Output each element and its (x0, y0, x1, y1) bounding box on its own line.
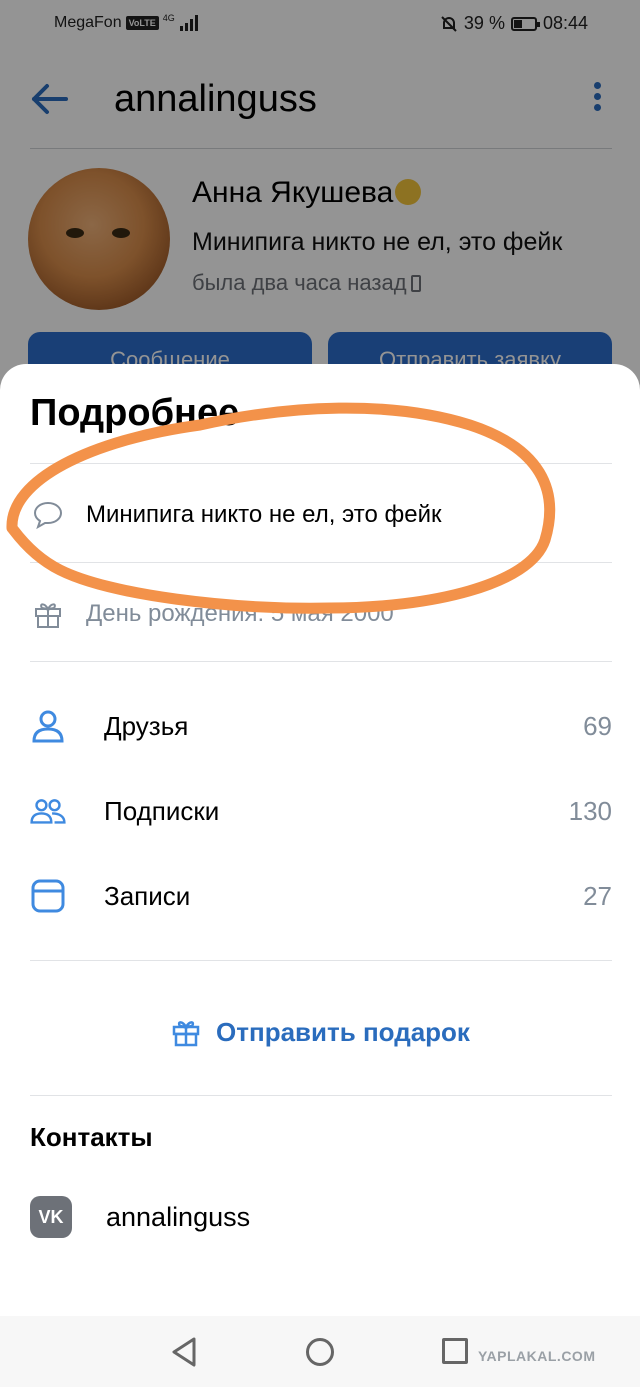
details-sheet: Подробнее Минипига никто не ел, это фейк… (0, 364, 640, 1387)
vk-logo-icon: VK (30, 1196, 72, 1238)
birthday-text: День рождения: 5 мая 2000 (86, 600, 394, 627)
stat-count: 27 (583, 880, 612, 911)
stat-label: Друзья (104, 710, 189, 741)
vk-username: annalinguss (106, 1201, 251, 1232)
watermark: YAPLAKAL.COM (478, 1348, 596, 1364)
stat-label: Подписки (104, 795, 220, 826)
divider (30, 463, 612, 464)
person-icon (30, 708, 66, 744)
nav-recent-icon[interactable] (442, 1338, 468, 1364)
stat-label: Записи (104, 880, 191, 911)
divider (30, 960, 612, 961)
send-gift-label: Отправить подарок (216, 1016, 470, 1047)
people-icon (30, 793, 66, 829)
status-text: Минипига никто не ел, это фейк (86, 501, 442, 528)
stat-count: 69 (583, 710, 612, 741)
divider (30, 1095, 612, 1096)
status-row: Минипига никто не ел, это фейк (30, 485, 612, 545)
speech-bubble-icon (30, 497, 66, 533)
birthday-row: День рождения: 5 мая 2000 (30, 584, 612, 644)
send-gift-link[interactable]: Отправить подарок (0, 1012, 640, 1052)
divider (30, 661, 612, 662)
stat-row-friends[interactable]: Друзья 69 (30, 696, 612, 756)
stat-row-posts[interactable]: Записи 27 (30, 866, 612, 926)
stat-row-subscriptions[interactable]: Подписки 130 (30, 781, 612, 841)
gift-icon (30, 596, 66, 632)
nav-home-icon[interactable] (306, 1338, 334, 1366)
gift-icon (172, 1021, 200, 1047)
divider (30, 562, 612, 563)
stat-count: 130 (568, 795, 612, 826)
android-navbar: YAPLAKAL.COM (0, 1316, 640, 1387)
nav-back-icon[interactable] (170, 1336, 198, 1368)
vk-contact-row[interactable]: VK annalinguss (30, 1194, 250, 1240)
contacts-title: Контакты (30, 1122, 153, 1152)
sheet-title: Подробнее (30, 392, 240, 434)
posts-icon (30, 878, 66, 914)
